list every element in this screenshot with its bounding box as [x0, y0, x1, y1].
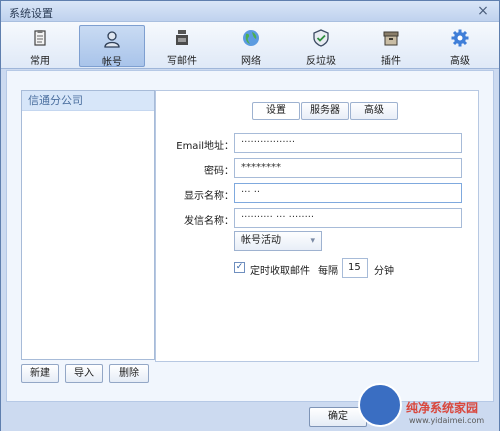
globe-icon [243, 30, 259, 46]
account-activity-select[interactable]: 帐号活动 ▾ [234, 231, 322, 251]
account-settings-panel: 设置 服务器 高级 Email地址： ················· 密码：… [155, 90, 479, 362]
sender-name-label: 发信名称： [184, 216, 234, 227]
ink-bottle-icon [176, 30, 188, 45]
tab-compose-label: 写邮件 [167, 56, 197, 67]
settings-toolbar: 常用 帐号 写邮件 网络 反垃圾 插件 高级 [1, 22, 499, 69]
sender-name-field[interactable]: ·········· ··· ········ [234, 208, 462, 228]
settings-window: 系统设置 × 常用 帐号 写邮件 网络 反垃圾 插件 高级 信通分公司 新建 导… [0, 0, 500, 431]
settings-content: 信通分公司 新建 导入 删除 设置 服务器 高级 Email地址： ······… [6, 70, 494, 402]
interval-input[interactable]: 15 [342, 258, 368, 278]
interval-unit: 分钟 [374, 266, 394, 277]
display-name-label: 显示名称： [184, 191, 234, 202]
tab-plugins-label: 插件 [381, 56, 401, 67]
tab-server[interactable]: 服务器 [301, 102, 349, 120]
tab-account-label: 帐号 [102, 57, 122, 68]
password-field[interactable]: ******** [234, 158, 462, 178]
clipboard-icon [34, 30, 46, 46]
watermark-text: 纯净系统家园 [406, 401, 479, 415]
password-row: 密码： [156, 158, 234, 178]
shield-icon [313, 29, 329, 47]
title-bar: 系统设置 × [1, 1, 499, 22]
password-label: 密码： [204, 166, 234, 177]
display-name-field[interactable]: ··· ·· [234, 183, 462, 203]
account-activity-value: 帐号活动 [241, 235, 281, 246]
email-row: Email地址： [156, 133, 234, 153]
tab-common[interactable]: 常用 [7, 25, 73, 67]
gear-icon [451, 29, 469, 47]
box-icon [383, 31, 399, 46]
auto-receive-label: 定时收取邮件 [250, 266, 310, 277]
new-account-button[interactable]: 新建 [21, 364, 59, 383]
tab-common-label: 常用 [30, 56, 50, 67]
window-title: 系统设置 [9, 7, 53, 20]
tab-plugins[interactable]: 插件 [358, 25, 424, 67]
tab-settings[interactable]: 设置 [252, 102, 300, 120]
tab-advanced-settings[interactable]: 高级 [350, 102, 398, 120]
tab-network-label: 网络 [241, 56, 261, 67]
watermark-logo [358, 383, 402, 427]
email-field[interactable]: ················· [234, 133, 462, 153]
tab-compose[interactable]: 写邮件 [149, 25, 215, 67]
display-name-row: 显示名称： [156, 183, 234, 203]
tab-network[interactable]: 网络 [218, 25, 284, 67]
import-account-button[interactable]: 导入 [65, 364, 103, 383]
user-icon [104, 31, 120, 48]
account-list[interactable]: 信通分公司 [21, 90, 155, 360]
chevron-down-icon: ▾ [310, 236, 315, 246]
interval-prefix: 每隔 [318, 266, 338, 277]
close-button[interactable]: × [475, 3, 491, 19]
account-list-item[interactable]: 信通分公司 [22, 91, 154, 111]
auto-receive-checkbox[interactable]: ✓ [234, 262, 245, 273]
email-label: Email地址： [176, 141, 234, 152]
tab-advanced[interactable]: 高级 [427, 25, 493, 67]
tab-advanced-label: 高级 [450, 56, 470, 67]
sender-name-row: 发信名称： [156, 208, 234, 228]
delete-account-button[interactable]: 删除 [109, 364, 149, 383]
watermark-url: www.yidaimei.com [409, 416, 485, 425]
tab-antispam[interactable]: 反垃圾 [288, 25, 354, 67]
tab-antispam-label: 反垃圾 [306, 56, 336, 67]
tab-account[interactable]: 帐号 [79, 25, 145, 68]
